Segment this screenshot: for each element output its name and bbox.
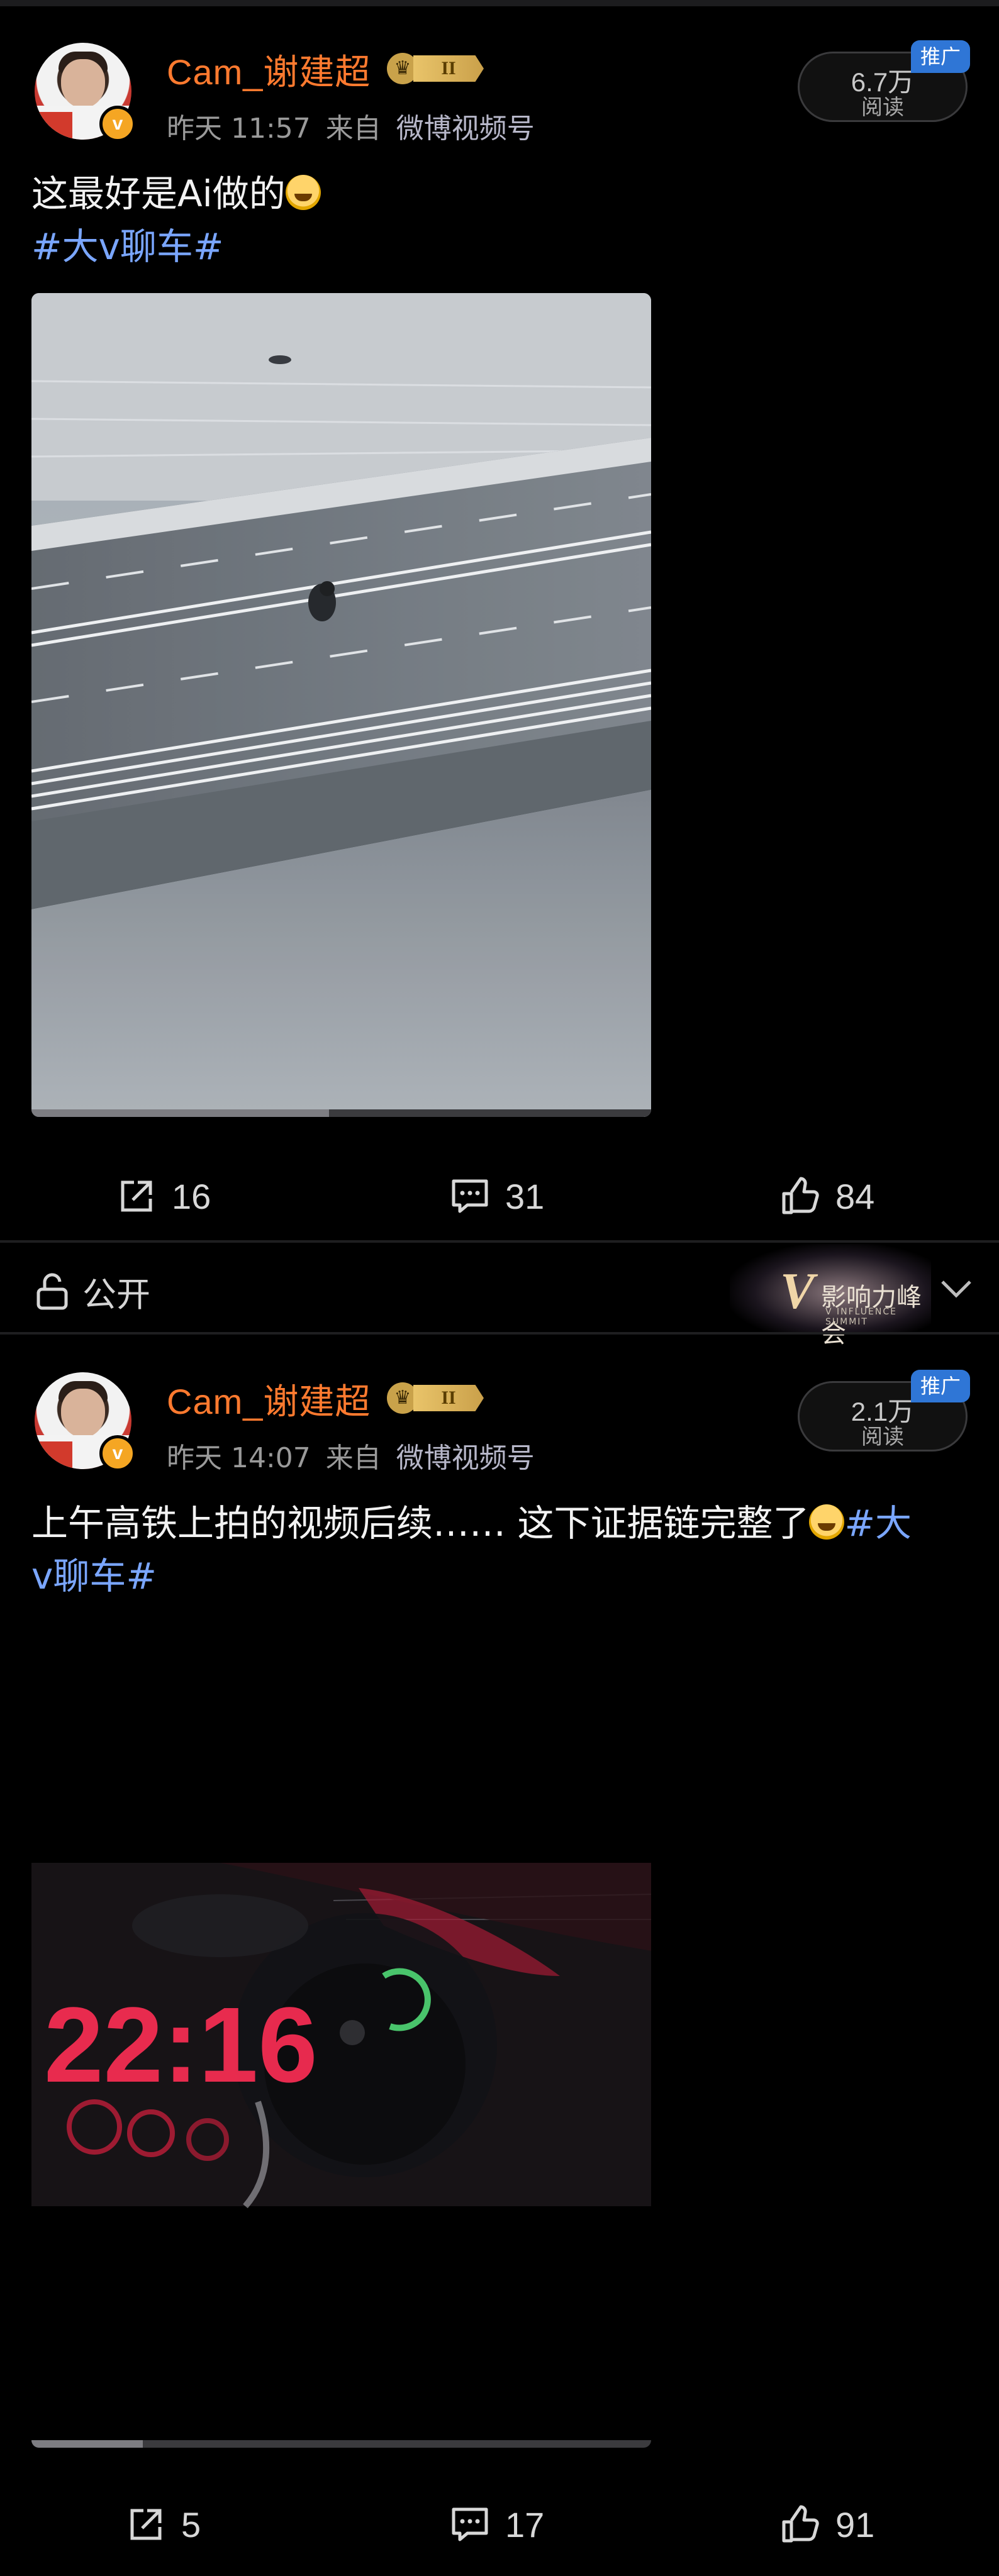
- share-icon: [130, 2509, 162, 2540]
- emoji-icon: [285, 175, 321, 210]
- promo-badge[interactable]: 推广: [911, 40, 970, 73]
- post-text: 这最好是Ai做的 #大v聊车#: [31, 167, 969, 273]
- visibility-label: 公开: [82, 1275, 150, 1314]
- brand-subtitle: V INFLUENCE SUMMIT: [825, 1307, 897, 1327]
- from-label: 来自: [325, 1442, 381, 1474]
- post-card: v Cam_谢建超 ♛ II 昨天 14:07 来自 微博视频号 2.1万 阅读 推…: [0, 1328, 999, 2576]
- chevron-down-icon[interactable]: [937, 1269, 975, 1307]
- video-player[interactable]: 22:16: [31, 1624, 651, 2448]
- hashtag-link[interactable]: #大: [844, 1502, 912, 1545]
- post-actions: 5 17 91: [0, 2487, 999, 2562]
- share-count: 16: [172, 1176, 211, 1216]
- comment-icon: [452, 2507, 488, 2541]
- user-level-badge[interactable]: ♛ II: [387, 1380, 488, 1415]
- comment-icon: [452, 1179, 488, 1213]
- post-source[interactable]: 微博视频号: [396, 113, 535, 145]
- like-count: 91: [835, 2504, 875, 2545]
- visibility-toggle[interactable]: 公开: [35, 1267, 150, 1316]
- promo-badge[interactable]: 推广: [911, 1370, 970, 1402]
- verified-badge-icon: v: [99, 1435, 136, 1472]
- post-meta: 昨天 14:07 来自 微博视频号: [167, 1435, 550, 1475]
- post-time: 昨天 11:57: [167, 113, 311, 145]
- video-progress-fill: [31, 1109, 329, 1117]
- share-button[interactable]: 16: [116, 1158, 211, 1234]
- level-tag: II: [413, 1385, 484, 1411]
- read-label: 阅读: [861, 1424, 904, 1450]
- verified-badge-icon: v: [99, 106, 136, 142]
- post-body: 这最好是Ai做的: [31, 172, 286, 215]
- like-button[interactable]: 84: [780, 1158, 874, 1234]
- influence-summit-banner[interactable]: V 影响力峰会 V INFLUENCE SUMMIT: [730, 1244, 931, 1348]
- visibility-row: 公开 V 影响力峰会 V INFLUENCE SUMMIT: [0, 1244, 999, 1348]
- brand-logo-v: V: [780, 1262, 815, 1319]
- share-count: 5: [181, 2504, 201, 2545]
- unlock-icon: [36, 1273, 68, 1309]
- like-count: 84: [835, 1176, 875, 1216]
- comment-button[interactable]: 17: [450, 2487, 544, 2562]
- post-time: 昨天 14:07: [167, 1442, 311, 1474]
- comment-count: 17: [505, 2504, 545, 2545]
- user-level-badge[interactable]: ♛ II: [387, 50, 488, 86]
- like-button[interactable]: 91: [780, 2487, 874, 2562]
- comment-button[interactable]: 31: [450, 1158, 544, 1234]
- share-icon: [121, 1180, 152, 1212]
- video-progress-fill: [31, 2440, 143, 2448]
- level-tag: II: [413, 55, 484, 82]
- video-frame: 22:16: [31, 1624, 651, 2448]
- post-card: v Cam_谢建超 ♛ II 昨天 11:57 来自 微博视频号 6.7万 阅读 推…: [0, 0, 999, 1239]
- hashtag-link-continued[interactable]: v聊车#: [31, 1555, 157, 1597]
- post-body: 上午高铁上拍的视频后续…… 这下证据链完整了: [31, 1502, 810, 1545]
- comment-count: 31: [505, 1176, 545, 1216]
- post-text: 上午高铁上拍的视频后续…… 这下证据链完整了 #大 v聊车#: [31, 1497, 969, 1602]
- post-actions: 16 31 84: [0, 1158, 999, 1234]
- share-button[interactable]: 5: [126, 2487, 201, 2562]
- post-source[interactable]: 微博视频号: [396, 1442, 535, 1474]
- clock-overlay: 22:16: [44, 1985, 318, 2105]
- hashtag-link[interactable]: #大v聊车#: [31, 225, 224, 268]
- divider: [0, 1240, 999, 1243]
- username[interactable]: Cam_谢建超: [167, 44, 371, 95]
- from-label: 来自: [325, 113, 381, 145]
- emoji-icon: [809, 1504, 845, 1540]
- username[interactable]: Cam_谢建超: [167, 1374, 371, 1424]
- thumbs-up-icon: [782, 2505, 819, 2543]
- video-frame: [31, 293, 651, 1117]
- thumbs-up-icon: [782, 1177, 819, 1214]
- video-player[interactable]: [31, 293, 651, 1117]
- read-label: 阅读: [861, 95, 904, 120]
- post-meta: 昨天 11:57 来自 微博视频号: [167, 106, 550, 146]
